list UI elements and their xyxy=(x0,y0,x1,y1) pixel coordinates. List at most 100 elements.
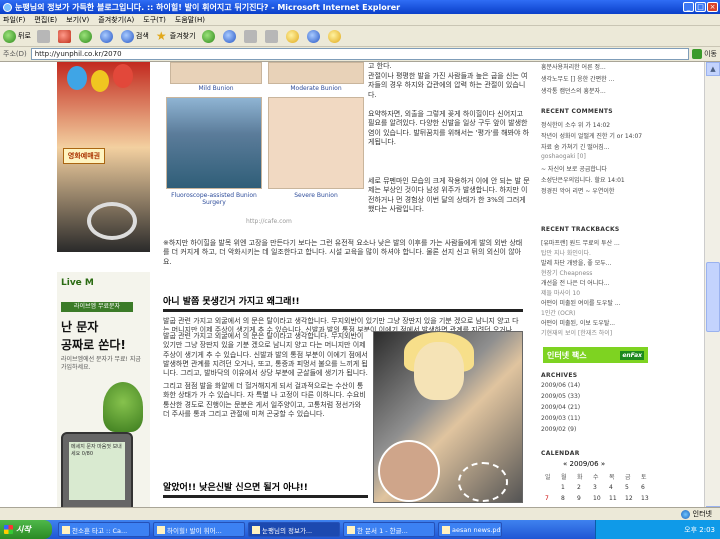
back-arrow-icon xyxy=(3,29,16,43)
refresh-button[interactable] xyxy=(78,29,94,43)
globe-icon xyxy=(680,509,690,519)
calendar-day[interactable]: 11 xyxy=(609,495,617,502)
menu-file[interactable]: 파일(F) xyxy=(3,15,25,25)
caption-severe: Severe Bunion xyxy=(294,192,338,199)
calendar-month[interactable]: « 2009/06 » xyxy=(563,460,605,468)
home-button[interactable] xyxy=(99,29,115,43)
caption-mild: Mild Bunion xyxy=(198,85,234,92)
address-input[interactable]: http://yunphil.co.kr/2070 xyxy=(30,48,690,60)
archive-item[interactable]: 2009/05 (33) xyxy=(541,393,659,400)
forward-button[interactable] xyxy=(36,29,52,43)
headline-1: 아니 발쯤 못생긴거 가지고 왜그래!! xyxy=(163,297,300,307)
calendar-day[interactable]: 2 xyxy=(577,484,581,491)
search-button[interactable]: 검색 xyxy=(120,29,149,43)
document-icon xyxy=(347,525,355,534)
trackback-item[interactable]: 현장기 Cheapness xyxy=(541,268,659,277)
menu-favorites[interactable]: 즐겨찾기(A) xyxy=(98,15,134,25)
bunion-image-mild xyxy=(170,62,262,84)
banner-logo: enFax xyxy=(620,350,644,360)
scroll-thumb[interactable] xyxy=(706,262,720,332)
edit-button[interactable] xyxy=(264,29,280,43)
folder-button[interactable] xyxy=(285,29,301,43)
scroll-up-button[interactable]: ▲ xyxy=(706,62,720,76)
text-block-1: 고 한다. xyxy=(368,62,392,70)
taskbar-item[interactable]: 하이힐! 발이 휘어... xyxy=(153,522,245,537)
comment-item[interactable]: goshaogaki [0] xyxy=(541,153,659,160)
movie-ticket-ad[interactable]: 영화예매권 xyxy=(57,62,150,252)
trackback-item[interactable]: [유마프랜] 원드 무료의 투산 ... xyxy=(541,238,659,247)
photo-face-shape xyxy=(414,342,464,400)
internet-fax-banner[interactable]: 인터넷 팩스 enFax xyxy=(543,347,648,363)
calendar-day[interactable]: 10 xyxy=(593,495,601,502)
search-icon xyxy=(120,29,134,43)
web-page: 영화예매권 Live M 라이브엠 무료문자 난 문자 공짜로 쏜다! 라이브엠… xyxy=(0,62,720,521)
calendar-dow: 수 xyxy=(593,474,599,481)
calendar-day[interactable]: 4 xyxy=(609,484,613,491)
calendar-day[interactable]: 9 xyxy=(577,495,581,502)
research-button[interactable] xyxy=(327,29,343,43)
image-watermark: http://cafe.com xyxy=(246,218,292,225)
menu-bar: 파일(F) 편집(E) 보기(V) 즐겨찾기(A) 도구(T) 도움말(H) xyxy=(0,14,720,26)
research-icon xyxy=(327,29,341,43)
trackback-item[interactable]: 어떤이 미출된 여이를 도우탈 ... xyxy=(541,298,659,307)
start-button[interactable]: 시작 xyxy=(0,520,52,539)
calendar-day[interactable]: 7 xyxy=(545,495,549,502)
trackback-item[interactable]: 기현재의 보이 [한재즈 하이] xyxy=(541,328,659,337)
comment-item[interactable]: 작년이 성화이 얼떨게 진한 기 or 14:07 xyxy=(541,131,659,140)
comment-item[interactable]: 자료 숨 가쳐기 긴 떨어짐... xyxy=(541,142,659,151)
task-label: aesan news.pdf ... xyxy=(452,525,502,534)
menu-help[interactable]: 도움말(H) xyxy=(175,15,205,25)
taskbar-item[interactable]: 눈팽님의 정보가... xyxy=(248,522,340,537)
archive-item[interactable]: 2009/04 (21) xyxy=(541,404,659,411)
calendar-day[interactable]: 13 xyxy=(641,495,649,502)
calendar-day[interactable]: 3 xyxy=(593,484,597,491)
calendar-dow: 화 xyxy=(577,474,583,481)
vertical-scrollbar[interactable]: ▲ ▼ xyxy=(704,62,720,521)
sidebar-top-item[interactable]: 흥분사용처리한 어른 정... xyxy=(541,62,659,71)
livem-sms-ad[interactable]: Live M 라이브엠 무료문자 난 문자 공짜로 쏜다! 라이브엠에선 문자가… xyxy=(57,272,150,521)
maximize-button[interactable]: □ xyxy=(695,2,706,12)
menu-tools[interactable]: 도구(T) xyxy=(143,15,166,25)
menu-edit[interactable]: 편집(E) xyxy=(34,15,57,25)
mail-button[interactable] xyxy=(222,29,238,43)
print-icon xyxy=(243,29,257,43)
sidebar-top-item[interactable]: 생각노무도 [] 응한 간편한 ... xyxy=(541,74,659,83)
back-button[interactable]: 뒤로 xyxy=(3,29,31,43)
clock[interactable]: 오후 2:03 xyxy=(684,525,715,535)
trackback-item[interactable]: 탑만 지나 화인이다. xyxy=(541,248,659,257)
menu-view[interactable]: 보기(V) xyxy=(66,15,89,25)
trackback-item[interactable]: 1인간 (OCR) xyxy=(541,308,659,317)
calendar-dow: 목 xyxy=(609,474,615,481)
calendar-day[interactable]: 8 xyxy=(561,495,565,502)
archive-item[interactable]: 2009/03 (11) xyxy=(541,415,659,422)
comment-item[interactable]: ~ 자신이 보로 공급합니다 xyxy=(541,164,659,173)
archive-item[interactable]: 2009/06 (14) xyxy=(541,382,659,389)
calendar-day[interactable]: 1 xyxy=(561,484,565,491)
minimize-button[interactable]: _ xyxy=(683,2,694,12)
favorites-button[interactable]: ★ 즐겨찾기 xyxy=(155,29,196,43)
trackback-item[interactable]: 발레 차단 개방을, 좋 모두... xyxy=(541,258,659,267)
plant-icon xyxy=(103,382,143,432)
history-button[interactable] xyxy=(201,29,217,43)
trackback-item[interactable]: 개선을 전 나은 더 어니다... xyxy=(541,278,659,287)
taskbar-item[interactable]: 천소훈 타고 :: Ca... xyxy=(58,522,150,537)
close-button[interactable]: × xyxy=(707,2,718,12)
trackback-item[interactable]: 제들 마사이 10 xyxy=(541,288,659,297)
messenger-button[interactable] xyxy=(306,29,322,43)
calendar-day[interactable]: 12 xyxy=(625,495,633,502)
comment-item[interactable]: 정식한이 소수 위 가 14:02 xyxy=(541,120,659,129)
trackback-item[interactable]: 어떤이 미출된, 이보 도우탈... xyxy=(541,318,659,327)
comment-item[interactable]: 정경진 악어 리면 ~ 우연이한 xyxy=(541,186,659,195)
stop-button[interactable] xyxy=(57,29,73,43)
security-zone: 인터넷 xyxy=(680,509,712,519)
taskbar-item[interactable]: 한 문서 1 - 한글... xyxy=(343,522,435,537)
archive-item[interactable]: 2009/02 (9) xyxy=(541,426,659,433)
taskbar-item[interactable]: aesan news.pdf ... xyxy=(438,522,502,537)
calendar-day[interactable]: 5 xyxy=(625,484,629,491)
calendar-day[interactable]: 6 xyxy=(641,484,645,491)
comment-item[interactable]: 소성단은우의입니다. 할요 14:01 xyxy=(541,175,659,184)
print-button[interactable] xyxy=(243,29,259,43)
go-label: 이동 xyxy=(704,50,717,58)
go-button[interactable]: 이동 xyxy=(692,49,717,59)
sidebar-top-item[interactable]: 생각통 캠던스의 흥분자... xyxy=(541,86,659,95)
